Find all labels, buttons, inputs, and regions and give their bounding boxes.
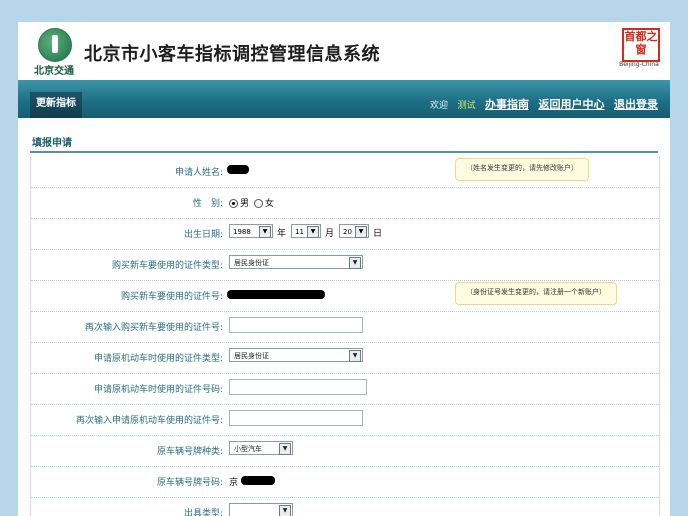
row-plate-type: 原车辆号牌种类: 小型汽车 ▼ (31, 435, 659, 467)
gender-male-radio[interactable] (229, 199, 238, 208)
site-header: 北京交通 北京市小客车指标调控管理信息系统 首都之窗 Beijing-China (18, 22, 670, 80)
nav-bar: 更新指标 欢迎 测试 办事指南 返回用户中心 退出登录 (18, 80, 670, 118)
plate-no-label: 原车辆号牌号码: (156, 478, 223, 488)
old-car-id-no-confirm-input[interactable] (229, 410, 363, 426)
birth-year-select[interactable]: 1988 ▼ (229, 224, 273, 238)
logout-link[interactable]: 退出登录 (614, 98, 658, 111)
old-car-id-no-input[interactable] (229, 379, 367, 395)
chevron-down-icon: ▼ (259, 226, 271, 238)
new-car-id-no-label: 购买新车要使用的证件号: (120, 292, 223, 302)
redacted-plate-number (241, 476, 275, 485)
birth-month-select[interactable]: 11 ▼ (291, 224, 321, 238)
row-gender: 性 别: 男 女 (31, 187, 659, 219)
row-old-car-id-no-confirm: 再次输入申请原机动车使用的证件号: (31, 404, 659, 436)
id-change-note: （身份证号发生变更的，请注册一个新账户） (455, 282, 617, 305)
gender-male-label: 男 (240, 199, 250, 209)
birth-month-value: 11 (295, 228, 304, 236)
gender-female-label: 女 (264, 199, 274, 209)
plate-prefix: 京 (229, 478, 239, 488)
row-birth-date: 出生日期: 1988 ▼ 年 11 ▼ 月 20 ▼ 日 (31, 218, 659, 250)
new-car-id-no-confirm-input[interactable] (229, 317, 363, 333)
row-new-car-id-no: 购买新车要使用的证件号: （身份证号发生变更的，请注册一个新账户） (31, 280, 659, 312)
welcome-text: 欢迎 (429, 101, 448, 111)
gender-options: 男 女 (229, 196, 274, 209)
plate-type-label: 原车辆号牌种类: (156, 447, 223, 457)
partial-row-label: 出具类型: (183, 509, 223, 516)
section-divider (30, 151, 658, 153)
birth-date-label: 出生日期: (183, 230, 223, 240)
chevron-down-icon: ▼ (279, 443, 291, 455)
old-car-id-type-label: 申请原机动车时使用的证件类型: (93, 354, 223, 364)
row-old-car-id-type: 申请原机动车时使用的证件类型: 居民身份证 ▼ (31, 342, 659, 374)
year-unit: 年 (277, 229, 287, 239)
user-center-link[interactable]: 返回用户中心 (539, 98, 605, 111)
guide-link[interactable]: 办事指南 (485, 98, 529, 111)
old-car-id-no-label: 申请原机动车时使用的证件号码: (93, 385, 223, 395)
day-unit: 日 (373, 229, 383, 239)
applicant-name-label: 申请人姓名: (174, 168, 223, 178)
row-new-car-id-no-confirm: 再次输入购买新车要使用的证件号: (31, 311, 659, 343)
gender-label: 性 别: (192, 199, 223, 209)
logo-text: 北京交通 (34, 66, 74, 77)
old-car-id-type-value: 居民身份证 (234, 352, 269, 360)
birth-day-select[interactable]: 20 ▼ (339, 224, 369, 238)
site-title: 北京市小客车指标调控管理信息系统 (84, 44, 380, 65)
section-title: 填报申请 (32, 138, 72, 149)
plate-type-select[interactable]: 小型汽车 ▼ (229, 441, 293, 455)
redacted-id-number (227, 290, 325, 299)
chevron-down-icon: ▼ (279, 505, 291, 516)
chevron-down-icon: ▼ (307, 226, 319, 238)
beijing-transport-logo: 北京交通 (30, 28, 78, 77)
birth-year-value: 1988 (233, 228, 251, 236)
gender-female-radio[interactable] (253, 199, 263, 208)
username: 测试 (457, 101, 476, 111)
old-car-id-type-select[interactable]: 居民身份证 ▼ (229, 348, 363, 362)
partial-row-select[interactable]: ▼ (229, 503, 293, 516)
month-unit: 月 (325, 229, 335, 239)
chevron-down-icon: ▼ (349, 257, 361, 269)
row-applicant-name: 申请人姓名: （姓名发生变更的，请先修改账户） (31, 156, 659, 188)
page-frame: 北京交通 北京市小客车指标调控管理信息系统 首都之窗 Beijing-China… (18, 22, 670, 516)
tab-update-quota[interactable]: 更新指标 (30, 92, 82, 118)
new-car-id-type-label: 购买新车要使用的证件类型: (111, 261, 223, 271)
new-car-id-type-select[interactable]: 居民身份证 ▼ (229, 255, 363, 269)
transport-emblem-icon (38, 28, 72, 62)
new-car-id-no-confirm-label: 再次输入购买新车要使用的证件号: (84, 323, 223, 333)
plate-type-value: 小型汽车 (234, 445, 262, 453)
chevron-down-icon: ▼ (355, 226, 367, 238)
birth-day-value: 20 (343, 228, 352, 236)
application-form: 申请人姓名: （姓名发生变更的，请先修改账户） 性 别: 男 女 出生日期: 1… (30, 156, 660, 516)
row-old-car-id-no: 申请原机动车时使用的证件号码: (31, 373, 659, 405)
row-plate-no: 原车辆号牌号码: 京 (31, 466, 659, 498)
old-car-id-no-confirm-label: 再次输入申请原机动车使用的证件号: (75, 416, 223, 426)
row-partial: 出具类型: ▼ (31, 497, 659, 516)
redacted-name (227, 165, 249, 174)
nav-links: 欢迎 测试 办事指南 返回用户中心 退出登录 (424, 96, 658, 112)
row-new-car-id-type: 购买新车要使用的证件类型: 居民身份证 ▼ (31, 249, 659, 281)
seal-caption: Beijing-China (619, 61, 659, 68)
name-change-note: （姓名发生变更的，请先修改账户） (455, 158, 589, 181)
seal-text: 首都之窗 (622, 28, 660, 62)
capital-window-logo[interactable]: 首都之窗 Beijing-China (619, 28, 660, 72)
new-car-id-type-value: 居民身份证 (234, 259, 269, 267)
chevron-down-icon: ▼ (349, 350, 361, 362)
